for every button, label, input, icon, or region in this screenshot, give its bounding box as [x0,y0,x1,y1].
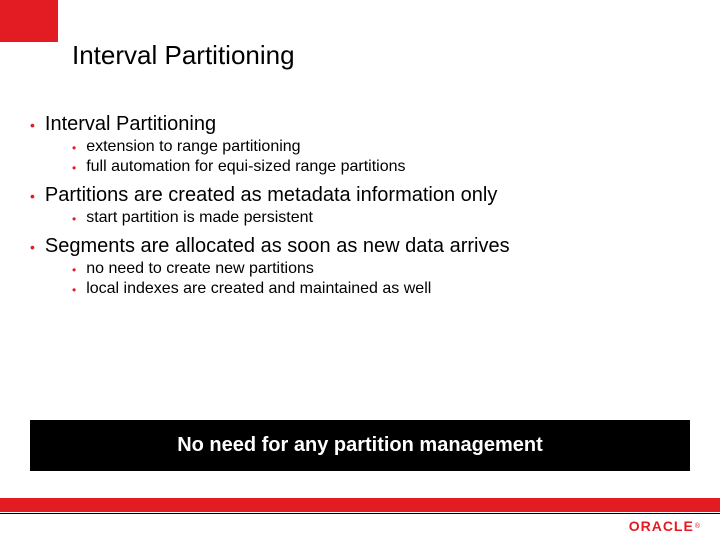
bullet-dot-icon: • [72,212,76,226]
bullet-level2: • full automation for equi-sized range p… [72,158,690,176]
callout-banner: No need for any partition management [30,420,690,471]
bullet-dot-icon: • [72,263,76,277]
bullet-level2: • extension to range partitioning [72,138,690,156]
logo-text: ORACLE [629,518,694,534]
slide: Interval Partitioning • Interval Partiti… [0,0,720,540]
bullet-level2: • local indexes are created and maintain… [72,280,690,298]
bullet-text: no need to create new partitions [86,260,314,278]
bullet-text: start partition is made persistent [86,209,313,227]
bullet-level1: • Segments are allocated as soon as new … [30,235,690,258]
bullet-text: Interval Partitioning [45,113,216,136]
bullet-text: full automation for equi-sized range par… [86,158,405,176]
bullet-text: local indexes are created and maintained… [86,280,431,298]
bullet-dot-icon: • [30,239,35,255]
brand-logo: ORACLE ® [629,518,700,534]
slide-title: Interval Partitioning [72,40,295,71]
bullet-dot-icon: • [72,141,76,155]
bullet-text: extension to range partitioning [86,138,300,156]
bullet-text: Segments are allocated as soon as new da… [45,235,510,258]
bullet-level2: • no need to create new partitions [72,260,690,278]
bullet-text: Partitions are created as metadata infor… [45,184,497,207]
footer-accent-bar [0,498,720,512]
bullet-level1: • Partitions are created as metadata inf… [30,184,690,207]
bullet-dot-icon: • [30,188,35,204]
bullet-dot-icon: • [72,161,76,175]
bullet-level1: • Interval Partitioning [30,113,690,136]
footer-divider [0,513,720,514]
bullet-dot-icon: • [30,117,35,133]
bullet-level2: • start partition is made persistent [72,209,690,227]
content-area: • Interval Partitioning • extension to r… [30,105,690,298]
accent-block [0,0,58,42]
registered-icon: ® [695,523,700,530]
bullet-dot-icon: • [72,283,76,297]
